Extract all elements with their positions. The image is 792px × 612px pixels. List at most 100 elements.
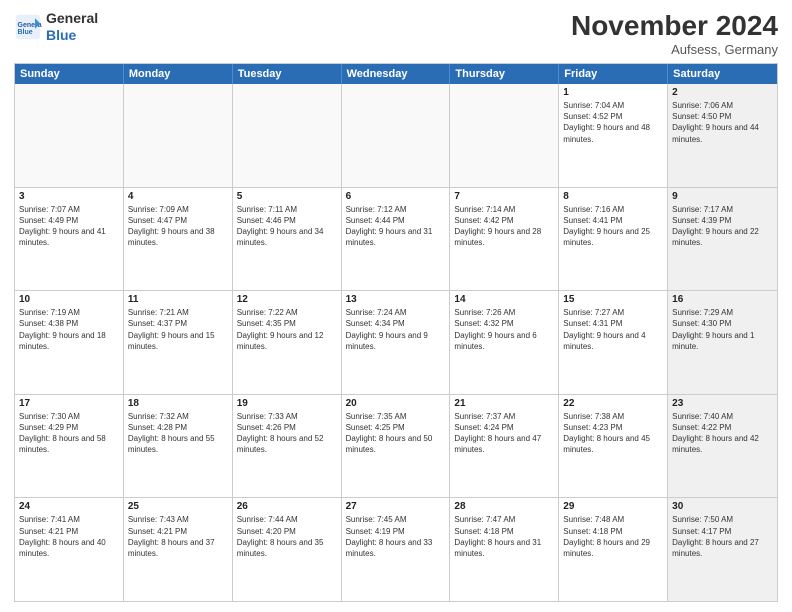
calendar-row-4: 24 Sunrise: 7:41 AMSunset: 4:21 PMDayligh… (15, 498, 777, 601)
day-info: Sunrise: 7:45 AMSunset: 4:19 PMDaylight:… (346, 514, 446, 559)
calendar-cell: 16 Sunrise: 7:29 AMSunset: 4:30 PMDayligh… (668, 291, 777, 394)
day-number: 18 (128, 398, 228, 409)
day-info: Sunrise: 7:41 AMSunset: 4:21 PMDaylight:… (19, 514, 119, 559)
day-header-monday: Monday (124, 64, 233, 84)
calendar-cell: 14Sunrise: 7:26 AMSunset: 4:32 PMDayligh… (450, 291, 559, 394)
day-number: 9 (672, 191, 773, 202)
day-number: 4 (128, 191, 228, 202)
month-title: November 2024 (571, 10, 778, 42)
day-info: Sunrise: 7:21 AMSunset: 4:37 PMDaylight:… (128, 307, 228, 352)
calendar-cell: 27Sunrise: 7:45 AMSunset: 4:19 PMDayligh… (342, 498, 451, 601)
day-info: Sunrise: 7:17 AMSunset: 4:39 PMDaylight:… (672, 204, 773, 249)
calendar-cell: 15Sunrise: 7:27 AMSunset: 4:31 PMDayligh… (559, 291, 668, 394)
day-number: 22 (563, 398, 663, 409)
day-info: Sunrise: 7:12 AMSunset: 4:44 PMDaylight:… (346, 204, 446, 249)
calendar-body: 1 Sunrise: 7:04 AMSunset: 4:52 PMDaylight… (15, 84, 777, 601)
day-number: 20 (346, 398, 446, 409)
logo-icon: General Blue (14, 13, 42, 41)
page: General Blue General Blue November 2024 … (0, 0, 792, 612)
day-info: Sunrise: 7:27 AMSunset: 4:31 PMDaylight:… (563, 307, 663, 352)
day-number: 5 (237, 191, 337, 202)
calendar-cell: 8 Sunrise: 7:16 AMSunset: 4:41 PMDaylight… (559, 188, 668, 291)
day-info: Sunrise: 7:38 AMSunset: 4:23 PMDaylight:… (563, 411, 663, 456)
calendar-cell: 1 Sunrise: 7:04 AMSunset: 4:52 PMDaylight… (559, 84, 668, 187)
day-number: 23 (672, 398, 773, 409)
calendar-cell: 17Sunrise: 7:30 AMSunset: 4:29 PMDayligh… (15, 395, 124, 498)
calendar-cell: 30 Sunrise: 7:50 AMSunset: 4:17 PMDayligh… (668, 498, 777, 601)
day-number: 29 (563, 501, 663, 512)
day-number: 10 (19, 294, 119, 305)
calendar-cell: 12Sunrise: 7:22 AMSunset: 4:35 PMDayligh… (233, 291, 342, 394)
calendar-header: SundayMondayTuesdayWednesdayThursdayFrid… (15, 64, 777, 84)
day-number: 12 (237, 294, 337, 305)
calendar-cell: 28 Sunrise: 7:47 AMSunset: 4:18 PMDayligh… (450, 498, 559, 601)
day-number: 28 (454, 501, 554, 512)
day-number: 24 (19, 501, 119, 512)
day-number: 11 (128, 294, 228, 305)
calendar-cell (450, 84, 559, 187)
calendar-cell: 6 Sunrise: 7:12 AMSunset: 4:44 PMDaylight… (342, 188, 451, 291)
title-block: November 2024 Aufsess, Germany (571, 10, 778, 57)
day-header-saturday: Saturday (668, 64, 777, 84)
calendar-cell: 20 Sunrise: 7:35 AMSunset: 4:25 PMDayligh… (342, 395, 451, 498)
day-info: Sunrise: 7:47 AMSunset: 4:18 PMDaylight:… (454, 514, 554, 559)
day-info: Sunrise: 7:16 AMSunset: 4:41 PMDaylight:… (563, 204, 663, 249)
calendar-cell: 26 Sunrise: 7:44 AMSunset: 4:20 PMDayligh… (233, 498, 342, 601)
logo-text-general: General (46, 10, 98, 27)
calendar-row-2: 10Sunrise: 7:19 AMSunset: 4:38 PMDayligh… (15, 291, 777, 395)
day-info: Sunrise: 7:24 AMSunset: 4:34 PMDaylight:… (346, 307, 446, 352)
logo-text-blue: Blue (46, 27, 98, 44)
day-info: Sunrise: 7:44 AMSunset: 4:20 PMDaylight:… (237, 514, 337, 559)
day-info: Sunrise: 7:30 AMSunset: 4:29 PMDaylight:… (19, 411, 119, 456)
calendar-cell: 3 Sunrise: 7:07 AMSunset: 4:49 PMDaylight… (15, 188, 124, 291)
day-info: Sunrise: 7:06 AMSunset: 4:50 PMDaylight:… (672, 100, 773, 145)
day-header-sunday: Sunday (15, 64, 124, 84)
day-info: Sunrise: 7:50 AMSunset: 4:17 PMDaylight:… (672, 514, 773, 559)
calendar-cell: 18 Sunrise: 7:32 AMSunset: 4:28 PMDayligh… (124, 395, 233, 498)
calendar-row-1: 3 Sunrise: 7:07 AMSunset: 4:49 PMDaylight… (15, 188, 777, 292)
day-number: 26 (237, 501, 337, 512)
day-info: Sunrise: 7:07 AMSunset: 4:49 PMDaylight:… (19, 204, 119, 249)
day-info: Sunrise: 7:09 AMSunset: 4:47 PMDaylight:… (128, 204, 228, 249)
calendar-cell: 9 Sunrise: 7:17 AMSunset: 4:39 PMDaylight… (668, 188, 777, 291)
day-info: Sunrise: 7:11 AMSunset: 4:46 PMDaylight:… (237, 204, 337, 249)
day-number: 30 (672, 501, 773, 512)
day-number: 1 (563, 87, 663, 98)
day-number: 6 (346, 191, 446, 202)
day-number: 21 (454, 398, 554, 409)
svg-text:Blue: Blue (18, 29, 33, 36)
calendar-cell: 22 Sunrise: 7:38 AMSunset: 4:23 PMDayligh… (559, 395, 668, 498)
location: Aufsess, Germany (571, 42, 778, 57)
calendar-cell: 19Sunrise: 7:33 AMSunset: 4:26 PMDayligh… (233, 395, 342, 498)
day-number: 16 (672, 294, 773, 305)
day-info: Sunrise: 7:32 AMSunset: 4:28 PMDaylight:… (128, 411, 228, 456)
calendar-cell: 5 Sunrise: 7:11 AMSunset: 4:46 PMDaylight… (233, 188, 342, 291)
day-header-wednesday: Wednesday (342, 64, 451, 84)
day-info: Sunrise: 7:48 AMSunset: 4:18 PMDaylight:… (563, 514, 663, 559)
day-number: 14 (454, 294, 554, 305)
calendar-cell: 24 Sunrise: 7:41 AMSunset: 4:21 PMDayligh… (15, 498, 124, 601)
calendar-cell: 21 Sunrise: 7:37 AMSunset: 4:24 PMDayligh… (450, 395, 559, 498)
calendar-cell: 13 Sunrise: 7:24 AMSunset: 4:34 PMDayligh… (342, 291, 451, 394)
calendar-cell (342, 84, 451, 187)
calendar-cell (15, 84, 124, 187)
calendar: SundayMondayTuesdayWednesdayThursdayFrid… (14, 63, 778, 602)
day-info: Sunrise: 7:37 AMSunset: 4:24 PMDaylight:… (454, 411, 554, 456)
day-info: Sunrise: 7:43 AMSunset: 4:21 PMDaylight:… (128, 514, 228, 559)
calendar-row-0: 1 Sunrise: 7:04 AMSunset: 4:52 PMDaylight… (15, 84, 777, 188)
day-number: 13 (346, 294, 446, 305)
day-info: Sunrise: 7:35 AMSunset: 4:25 PMDaylight:… (346, 411, 446, 456)
day-number: 8 (563, 191, 663, 202)
calendar-cell: 2Sunrise: 7:06 AMSunset: 4:50 PMDaylight… (668, 84, 777, 187)
day-header-thursday: Thursday (450, 64, 559, 84)
calendar-cell: 11 Sunrise: 7:21 AMSunset: 4:37 PMDayligh… (124, 291, 233, 394)
calendar-cell: 29 Sunrise: 7:48 AMSunset: 4:18 PMDayligh… (559, 498, 668, 601)
calendar-row-3: 17Sunrise: 7:30 AMSunset: 4:29 PMDayligh… (15, 395, 777, 499)
calendar-cell: 7Sunrise: 7:14 AMSunset: 4:42 PMDaylight… (450, 188, 559, 291)
day-info: Sunrise: 7:04 AMSunset: 4:52 PMDaylight:… (563, 100, 663, 145)
day-info: Sunrise: 7:29 AMSunset: 4:30 PMDaylight:… (672, 307, 773, 352)
day-header-friday: Friday (559, 64, 668, 84)
day-number: 3 (19, 191, 119, 202)
calendar-cell (124, 84, 233, 187)
day-number: 19 (237, 398, 337, 409)
